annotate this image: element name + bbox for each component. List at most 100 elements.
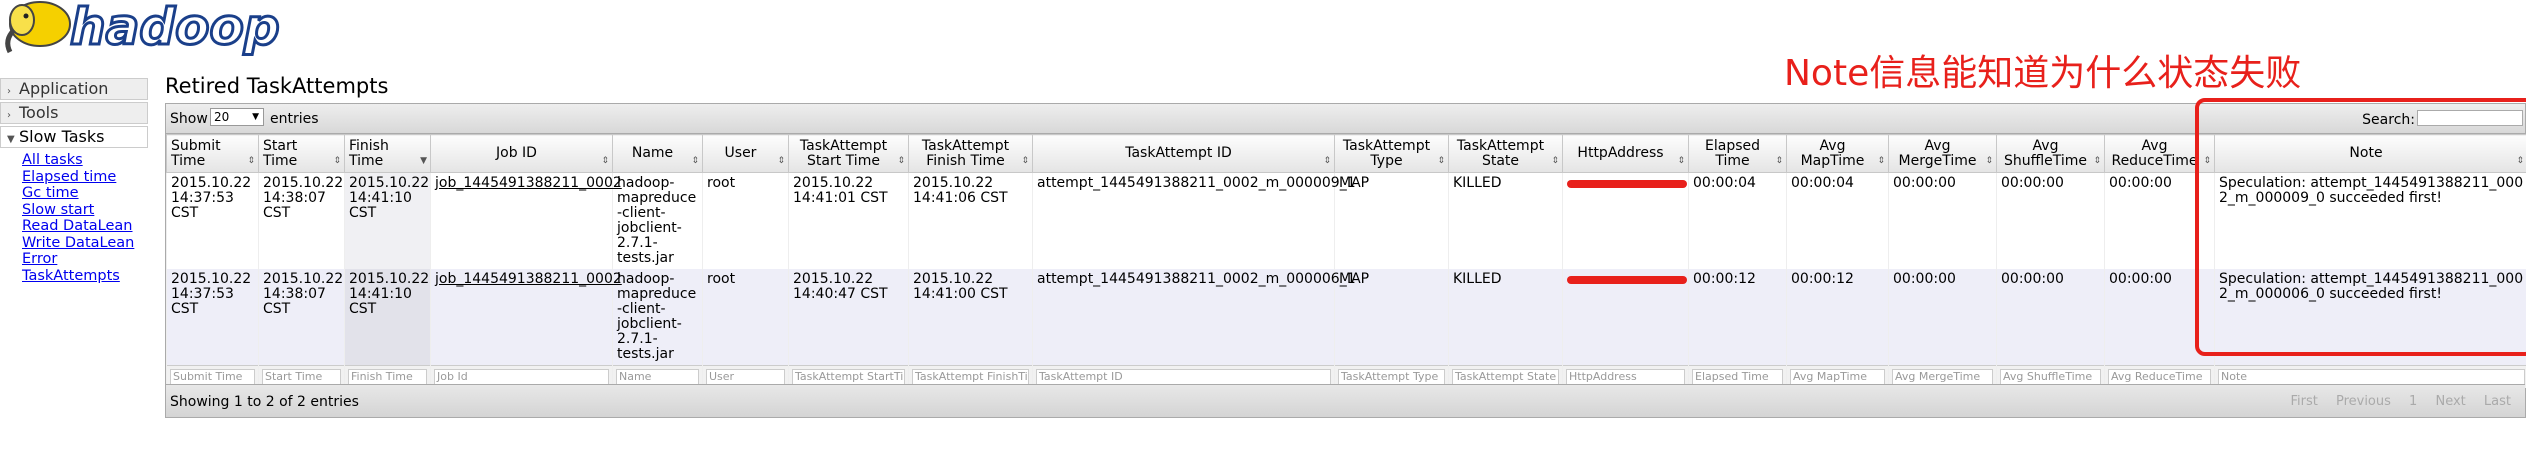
cell-ta-start: 2015.10.22 14:40:47 CST: [788, 269, 909, 366]
logo-text: hadoop: [70, 0, 280, 56]
pagination-page-1[interactable]: 1: [2409, 394, 2417, 409]
sort-icon: ⇕: [601, 156, 609, 166]
entries-label: entries: [270, 111, 319, 127]
sort-desc-icon: ▼: [420, 156, 427, 166]
job-id-link[interactable]: job_1445491388211_0002: [435, 271, 622, 287]
cell-finish-time: 2015.10.22 14:41:10 CST: [344, 269, 431, 366]
sort-icon: ⇕: [897, 156, 905, 166]
cell-user: root: [702, 172, 789, 269]
cell-http-address: [1562, 269, 1689, 366]
page-title: Retired TaskAttempts: [165, 74, 389, 98]
cell-submit-time: 2015.10.22 14:37:53 CST: [166, 172, 259, 269]
cell-ta-finish: 2015.10.22 14:41:00 CST: [908, 269, 1033, 366]
sidebar-item-slow-tasks[interactable]: ▼ Slow Tasks: [0, 126, 148, 148]
show-label: Show: [170, 111, 208, 127]
col-header-finish-time[interactable]: Finish Time ▼: [344, 134, 431, 173]
filter-input-ta-state[interactable]: TaskAttempt State: [1452, 369, 1559, 385]
filter-input-avg-merge[interactable]: Avg MergeTime: [1892, 369, 1993, 385]
col-header-http-address[interactable]: HttpAddress ⇕: [1562, 134, 1689, 173]
cell-start-time: 2015.10.22 14:38:07 CST: [258, 269, 345, 366]
sort-icon: ⇕: [333, 156, 341, 166]
link-elapsed-time[interactable]: Elapsed time: [22, 169, 148, 186]
pagination-previous[interactable]: Previous: [2336, 394, 2391, 409]
cell-ta-type: MAP: [1334, 172, 1449, 269]
col-header-start-time[interactable]: Start Time ⇕: [258, 134, 345, 173]
link-taskattempts[interactable]: TaskAttempts: [22, 268, 148, 285]
filter-input-name[interactable]: Name: [616, 369, 699, 385]
link-error[interactable]: Error: [22, 251, 148, 268]
cell-ta-state: KILLED: [1448, 269, 1563, 366]
cell-start-time: 2015.10.22 14:38:07 CST: [258, 172, 345, 269]
sidebar-item-label: Tools: [19, 103, 59, 122]
col-header-ta-finish-time[interactable]: TaskAttempt Finish Time ⇕: [908, 134, 1033, 173]
col-header-job-id[interactable]: Job ID ⇕: [430, 134, 613, 173]
sort-icon: ⇕: [777, 156, 785, 166]
cell-ta-start: 2015.10.22 14:41:01 CST: [788, 172, 909, 269]
col-header-avg-mergetime[interactable]: Avg MergeTime ⇕: [1888, 134, 1997, 173]
link-all-tasks[interactable]: All tasks: [22, 152, 148, 169]
filter-input-ta-start[interactable]: TaskAttempt StartTim: [792, 369, 905, 385]
table-footer: Showing 1 to 2 of 2 entries First Previo…: [166, 384, 2525, 417]
sort-icon: ⇕: [1985, 156, 1993, 166]
cell-avg-merge: 00:00:00: [1888, 172, 1997, 269]
link-gc-time[interactable]: Gc time: [22, 185, 148, 202]
header-row: Submit Time ⇕ Start Time ⇕ Finish Time ▼ Jo…: [166, 134, 2526, 173]
cell-avg-map: 00:00:12: [1786, 269, 1889, 366]
triangle-down-icon: ▼: [7, 134, 15, 145]
sidebar-item-application[interactable]: › Application: [0, 78, 148, 100]
link-slow-start[interactable]: Slow start: [22, 202, 148, 219]
filter-input-note[interactable]: Note: [2218, 369, 2525, 385]
col-header-name[interactable]: Name ⇕: [612, 134, 703, 173]
table-toolbar: Show 20 ▼ entries Search:: [166, 104, 2525, 134]
filter-input-finish-time[interactable]: Finish Time: [348, 369, 427, 385]
cell-http-address: [1562, 172, 1689, 269]
col-header-elapsed-time[interactable]: Elapsed Time ⇕: [1688, 134, 1787, 173]
filter-input-user[interactable]: User: [706, 369, 785, 385]
col-header-ta-type[interactable]: TaskAttempt Type ⇕: [1334, 134, 1449, 173]
link-write-datalean[interactable]: Write DataLean: [22, 235, 148, 252]
cell-submit-time: 2015.10.22 14:37:53 CST: [166, 269, 259, 366]
col-header-ta-start-time[interactable]: TaskAttempt Start Time ⇕: [788, 134, 909, 173]
col-header-user[interactable]: User ⇕: [702, 134, 789, 173]
sidebar-item-tools[interactable]: › Tools: [0, 102, 148, 124]
filter-input-avg-map[interactable]: Avg MapTime: [1790, 369, 1885, 385]
cell-elapsed: 00:00:12: [1688, 269, 1787, 366]
cell-job-id: job_1445491388211_0002: [430, 269, 622, 366]
page-length-select[interactable]: 20 ▼: [210, 108, 264, 126]
filter-input-start-time[interactable]: Start Time: [262, 369, 341, 385]
chevron-right-icon: ›: [7, 86, 11, 97]
filter-input-avg-reduce[interactable]: Avg ReduceTime: [2108, 369, 2211, 385]
filter-input-avg-shuffle[interactable]: Avg ShuffleTime: [2000, 369, 2101, 385]
col-header-submit-time[interactable]: Submit Time ⇕: [166, 134, 259, 173]
hadoop-logo: hadoop: [0, 0, 300, 58]
filter-input-ta-id[interactable]: TaskAttempt ID: [1036, 369, 1331, 385]
col-header-ta-id[interactable]: TaskAttempt ID ⇕: [1032, 134, 1335, 173]
cell-job-id: job_1445491388211_0002: [430, 172, 622, 269]
col-header-avg-shuffletime[interactable]: Avg ShuffleTime ⇕: [1996, 134, 2105, 173]
sort-icon: ⇕: [1775, 156, 1783, 166]
table-info: Showing 1 to 2 of 2 entries: [170, 394, 359, 410]
table-row: 2015.10.22 14:37:53 CST 2015.10.22 14:38…: [166, 172, 2526, 269]
pagination-next[interactable]: Next: [2435, 394, 2465, 409]
col-header-avg-maptime[interactable]: Avg MapTime ⇕: [1786, 134, 1889, 173]
pagination-last[interactable]: Last: [2484, 394, 2511, 409]
page-length-value: 20: [214, 110, 230, 124]
filter-input-job-id[interactable]: Job Id: [434, 369, 609, 385]
sort-icon: ⇕: [1677, 156, 1685, 166]
pagination-first[interactable]: First: [2290, 394, 2317, 409]
filter-input-submit-time[interactable]: Submit Time: [170, 369, 255, 385]
col-header-ta-state[interactable]: TaskAttempt State ⇕: [1448, 134, 1563, 173]
cell-ta-type: MAP: [1334, 269, 1449, 366]
sidebar: › Application › Tools ▼ Slow Tasks All task…: [0, 78, 148, 284]
chevron-right-icon: ›: [7, 110, 11, 121]
cell-finish-time: 2015.10.22 14:41:10 CST: [344, 172, 431, 269]
filter-input-http-address[interactable]: HttpAddress: [1566, 369, 1685, 385]
filter-input-ta-finish[interactable]: TaskAttempt FinishTin: [912, 369, 1029, 385]
cell-avg-merge: 00:00:00: [1888, 269, 1997, 366]
redaction-mark: [1567, 276, 1687, 284]
filter-input-elapsed[interactable]: Elapsed Time: [1692, 369, 1783, 385]
link-read-datalean[interactable]: Read DataLean: [22, 218, 148, 235]
slow-tasks-links: All tasks Elapsed time Gc time Slow star…: [0, 150, 148, 284]
job-id-link[interactable]: job_1445491388211_0002: [435, 175, 622, 191]
filter-input-ta-type[interactable]: TaskAttempt Type: [1338, 369, 1445, 385]
